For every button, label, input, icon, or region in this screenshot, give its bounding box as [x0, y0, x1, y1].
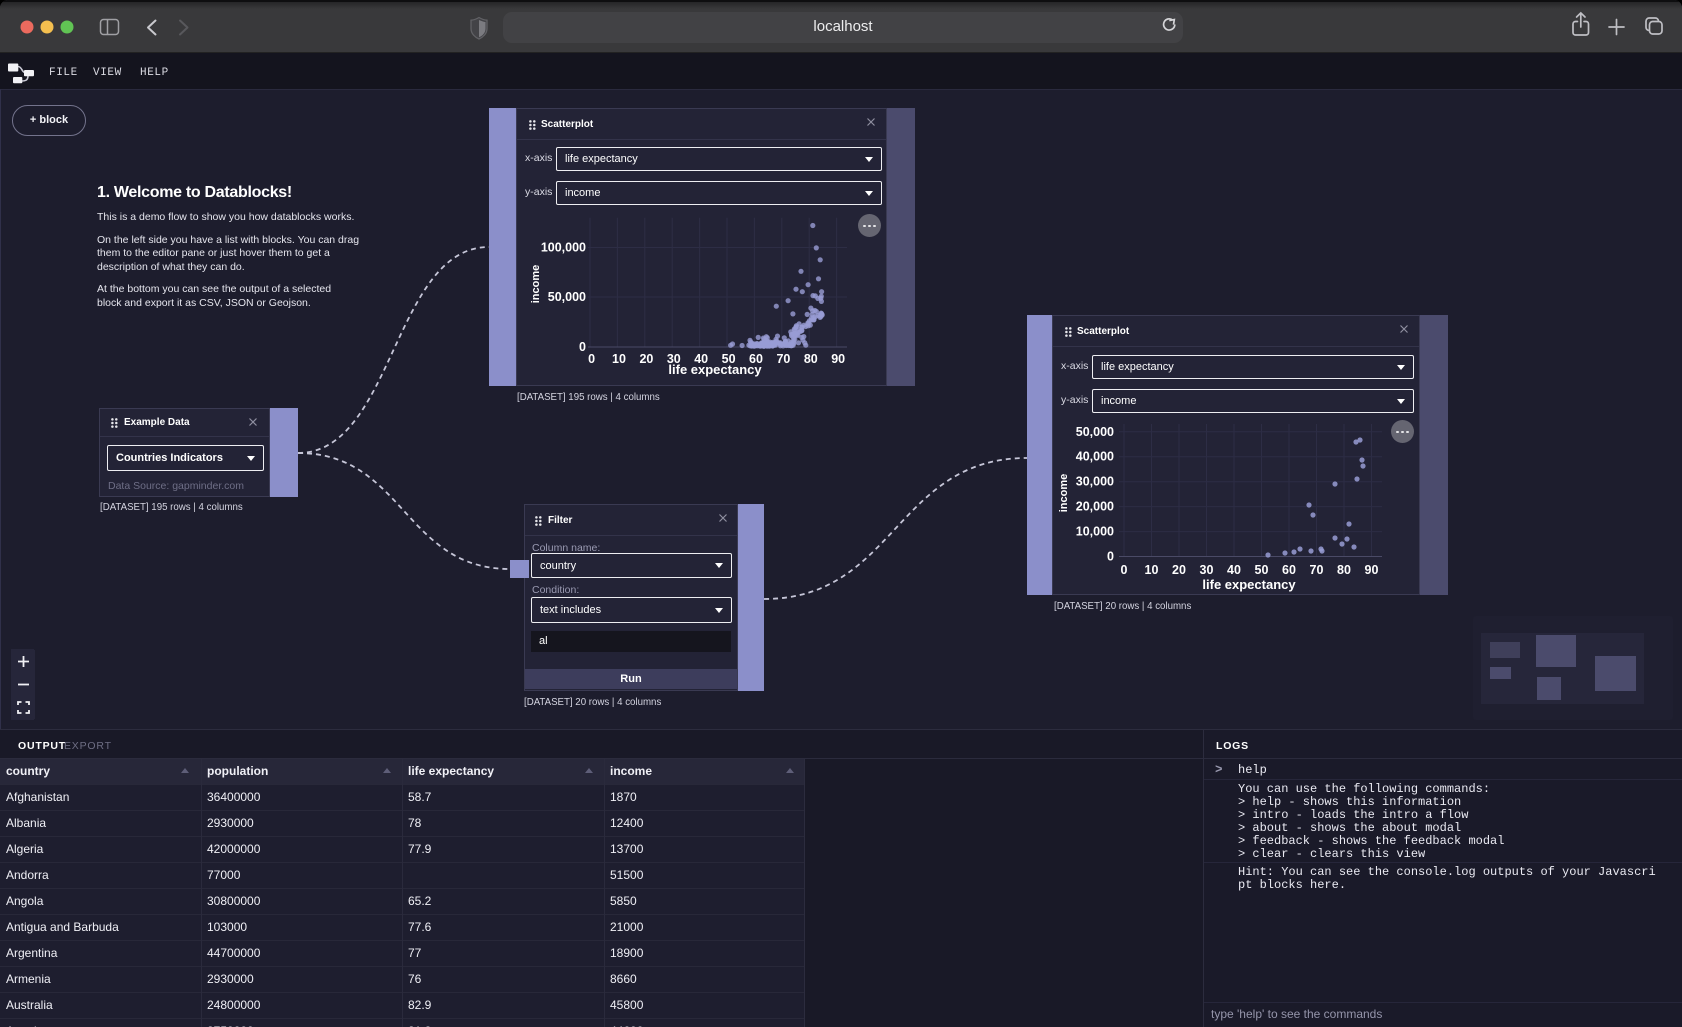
- svg-text:30: 30: [1200, 563, 1214, 577]
- svg-text:10,000: 10,000: [1076, 525, 1114, 539]
- svg-text:70: 70: [1310, 563, 1324, 577]
- svg-text:80: 80: [1337, 563, 1351, 577]
- svg-text:30,000: 30,000: [1076, 475, 1114, 489]
- svg-text:60: 60: [1282, 563, 1296, 577]
- svg-text:0: 0: [579, 340, 586, 354]
- svg-text:10: 10: [1145, 563, 1159, 577]
- svg-text:20: 20: [1172, 563, 1186, 577]
- svg-text:50,000: 50,000: [548, 290, 586, 304]
- svg-text:income: income: [1058, 474, 1070, 513]
- svg-text:90: 90: [1365, 563, 1379, 577]
- svg-text:50: 50: [1255, 563, 1269, 577]
- svg-text:income: income: [530, 265, 542, 304]
- svg-text:life expectancy: life expectancy: [1202, 577, 1296, 592]
- svg-text:10: 10: [612, 352, 626, 366]
- svg-text:70: 70: [776, 352, 790, 366]
- svg-text:life expectancy: life expectancy: [668, 362, 762, 377]
- svg-text:50,000: 50,000: [1076, 425, 1114, 439]
- svg-text:90: 90: [831, 352, 845, 366]
- svg-text:20: 20: [639, 352, 653, 366]
- svg-text:80: 80: [804, 352, 818, 366]
- svg-text:20,000: 20,000: [1076, 500, 1114, 514]
- svg-text:40: 40: [1227, 563, 1241, 577]
- svg-text:0: 0: [1121, 563, 1128, 577]
- svg-text:100,000: 100,000: [541, 241, 586, 255]
- svg-text:0: 0: [588, 352, 595, 366]
- svg-text:40,000: 40,000: [1076, 450, 1114, 464]
- svg-text:0: 0: [1107, 550, 1114, 564]
